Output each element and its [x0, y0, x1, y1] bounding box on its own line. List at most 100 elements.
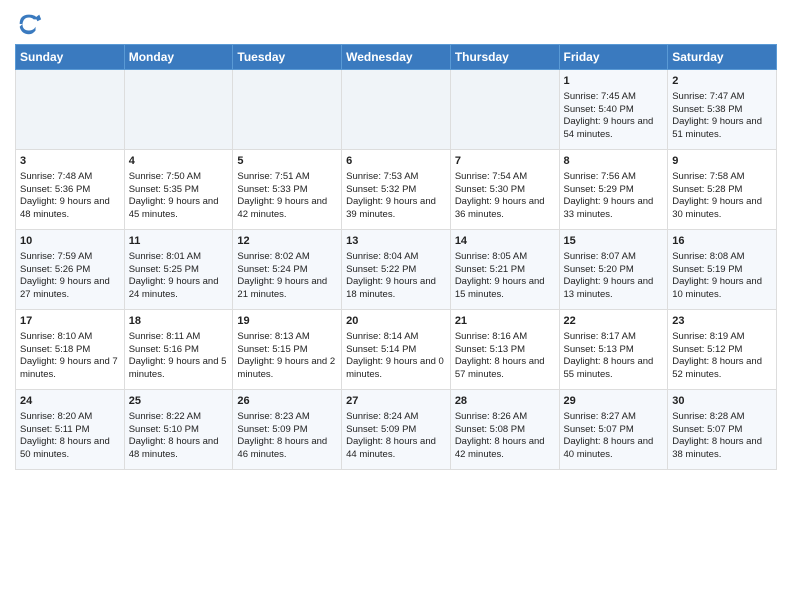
day-cell: 13Sunrise: 8:04 AMSunset: 5:22 PMDayligh… [342, 230, 451, 310]
main-container: SundayMondayTuesdayWednesdayThursdayFrid… [0, 0, 792, 480]
day-number: 17 [20, 314, 120, 329]
day-number: 21 [455, 314, 555, 329]
daylight-text: Daylight: 9 hours and 13 minutes. [564, 276, 664, 302]
day-number: 27 [346, 394, 446, 409]
sunrise-text: Sunrise: 8:07 AM [564, 251, 664, 264]
sunrise-text: Sunrise: 7:56 AM [564, 171, 664, 184]
day-cell: 7Sunrise: 7:54 AMSunset: 5:30 PMDaylight… [450, 150, 559, 230]
day-cell: 1Sunrise: 7:45 AMSunset: 5:40 PMDaylight… [559, 70, 668, 150]
daylight-text: Daylight: 9 hours and 18 minutes. [346, 276, 446, 302]
sunset-text: Sunset: 5:19 PM [672, 264, 772, 277]
sunset-text: Sunset: 5:13 PM [455, 344, 555, 357]
sunset-text: Sunset: 5:32 PM [346, 184, 446, 197]
daylight-text: Daylight: 9 hours and 42 minutes. [237, 196, 337, 222]
sunset-text: Sunset: 5:28 PM [672, 184, 772, 197]
daylight-text: Daylight: 9 hours and 10 minutes. [672, 276, 772, 302]
sunset-text: Sunset: 5:09 PM [237, 424, 337, 437]
sunset-text: Sunset: 5:10 PM [129, 424, 229, 437]
day-cell: 14Sunrise: 8:05 AMSunset: 5:21 PMDayligh… [450, 230, 559, 310]
sunrise-text: Sunrise: 7:53 AM [346, 171, 446, 184]
day-number: 15 [564, 234, 664, 249]
daylight-text: Daylight: 9 hours and 15 minutes. [455, 276, 555, 302]
sunrise-text: Sunrise: 8:13 AM [237, 331, 337, 344]
day-cell: 21Sunrise: 8:16 AMSunset: 5:13 PMDayligh… [450, 310, 559, 390]
week-row-4: 24Sunrise: 8:20 AMSunset: 5:11 PMDayligh… [16, 390, 777, 470]
sunset-text: Sunset: 5:07 PM [672, 424, 772, 437]
sunset-text: Sunset: 5:22 PM [346, 264, 446, 277]
day-cell: 30Sunrise: 8:28 AMSunset: 5:07 PMDayligh… [668, 390, 777, 470]
day-number: 2 [672, 74, 772, 89]
header-cell-thursday: Thursday [450, 45, 559, 70]
sunrise-text: Sunrise: 8:10 AM [20, 331, 120, 344]
sunset-text: Sunset: 5:08 PM [455, 424, 555, 437]
day-cell: 24Sunrise: 8:20 AMSunset: 5:11 PMDayligh… [16, 390, 125, 470]
header-cell-saturday: Saturday [668, 45, 777, 70]
day-number: 5 [237, 154, 337, 169]
day-cell: 3Sunrise: 7:48 AMSunset: 5:36 PMDaylight… [16, 150, 125, 230]
sunrise-text: Sunrise: 7:48 AM [20, 171, 120, 184]
daylight-text: Daylight: 8 hours and 40 minutes. [564, 436, 664, 462]
sunset-text: Sunset: 5:12 PM [672, 344, 772, 357]
day-number: 18 [129, 314, 229, 329]
sunset-text: Sunset: 5:18 PM [20, 344, 120, 357]
sunrise-text: Sunrise: 8:08 AM [672, 251, 772, 264]
daylight-text: Daylight: 8 hours and 38 minutes. [672, 436, 772, 462]
sunset-text: Sunset: 5:14 PM [346, 344, 446, 357]
day-cell: 12Sunrise: 8:02 AMSunset: 5:24 PMDayligh… [233, 230, 342, 310]
day-cell: 15 Sunrise: 8:07 AMSunset: 5:20 PMDayligh… [559, 230, 668, 310]
sunset-text: Sunset: 5:35 PM [129, 184, 229, 197]
sunrise-text: Sunrise: 8:01 AM [129, 251, 229, 264]
logo [15, 10, 47, 38]
sunset-text: Sunset: 5:20 PM [564, 264, 664, 277]
day-number: 30 [672, 394, 772, 409]
day-number: 6 [346, 154, 446, 169]
daylight-text: Daylight: 9 hours and 7 minutes. [20, 356, 120, 382]
daylight-text: Daylight: 9 hours and 54 minutes. [564, 116, 664, 142]
sunset-text: Sunset: 5:25 PM [129, 264, 229, 277]
daylight-text: Daylight: 9 hours and 0 minutes. [346, 356, 446, 382]
day-number: 14 [455, 234, 555, 249]
daylight-text: Daylight: 9 hours and 48 minutes. [20, 196, 120, 222]
calendar-table: SundayMondayTuesdayWednesdayThursdayFrid… [15, 44, 777, 470]
daylight-text: Daylight: 9 hours and 30 minutes. [672, 196, 772, 222]
daylight-text: Daylight: 9 hours and 51 minutes. [672, 116, 772, 142]
week-row-0: 1Sunrise: 7:45 AMSunset: 5:40 PMDaylight… [16, 70, 777, 150]
day-number: 25 [129, 394, 229, 409]
day-cell: 25Sunrise: 8:22 AMSunset: 5:10 PMDayligh… [124, 390, 233, 470]
header-row: SundayMondayTuesdayWednesdayThursdayFrid… [16, 45, 777, 70]
day-cell [450, 70, 559, 150]
sunset-text: Sunset: 5:40 PM [564, 104, 664, 117]
day-number: 29 [564, 394, 664, 409]
calendar-body: 1Sunrise: 7:45 AMSunset: 5:40 PMDaylight… [16, 70, 777, 470]
sunrise-text: Sunrise: 7:54 AM [455, 171, 555, 184]
daylight-text: Daylight: 9 hours and 45 minutes. [129, 196, 229, 222]
daylight-text: Daylight: 8 hours and 42 minutes. [455, 436, 555, 462]
sunrise-text: Sunrise: 8:20 AM [20, 411, 120, 424]
week-row-2: 10Sunrise: 7:59 AMSunset: 5:26 PMDayligh… [16, 230, 777, 310]
sunrise-text: Sunrise: 7:58 AM [672, 171, 772, 184]
day-cell [124, 70, 233, 150]
daylight-text: Daylight: 8 hours and 44 minutes. [346, 436, 446, 462]
day-cell: 26Sunrise: 8:23 AMSunset: 5:09 PMDayligh… [233, 390, 342, 470]
daylight-text: Daylight: 8 hours and 57 minutes. [455, 356, 555, 382]
week-row-1: 3Sunrise: 7:48 AMSunset: 5:36 PMDaylight… [16, 150, 777, 230]
sunset-text: Sunset: 5:09 PM [346, 424, 446, 437]
sunset-text: Sunset: 5:30 PM [455, 184, 555, 197]
day-number: 8 [564, 154, 664, 169]
day-cell: 10Sunrise: 7:59 AMSunset: 5:26 PMDayligh… [16, 230, 125, 310]
day-cell: 6 Sunrise: 7:53 AMSunset: 5:32 PMDaylight… [342, 150, 451, 230]
day-cell: 16Sunrise: 8:08 AMSunset: 5:19 PMDayligh… [668, 230, 777, 310]
daylight-text: Daylight: 9 hours and 27 minutes. [20, 276, 120, 302]
day-number: 23 [672, 314, 772, 329]
sunrise-text: Sunrise: 7:47 AM [672, 91, 772, 104]
day-number: 20 [346, 314, 446, 329]
day-cell [342, 70, 451, 150]
sunset-text: Sunset: 5:36 PM [20, 184, 120, 197]
day-cell: 27Sunrise: 8:24 AMSunset: 5:09 PMDayligh… [342, 390, 451, 470]
daylight-text: Daylight: 9 hours and 2 minutes. [237, 356, 337, 382]
day-number: 19 [237, 314, 337, 329]
sunset-text: Sunset: 5:21 PM [455, 264, 555, 277]
day-cell: 8Sunrise: 7:56 AMSunset: 5:29 PMDaylight… [559, 150, 668, 230]
day-number: 24 [20, 394, 120, 409]
daylight-text: Daylight: 9 hours and 39 minutes. [346, 196, 446, 222]
